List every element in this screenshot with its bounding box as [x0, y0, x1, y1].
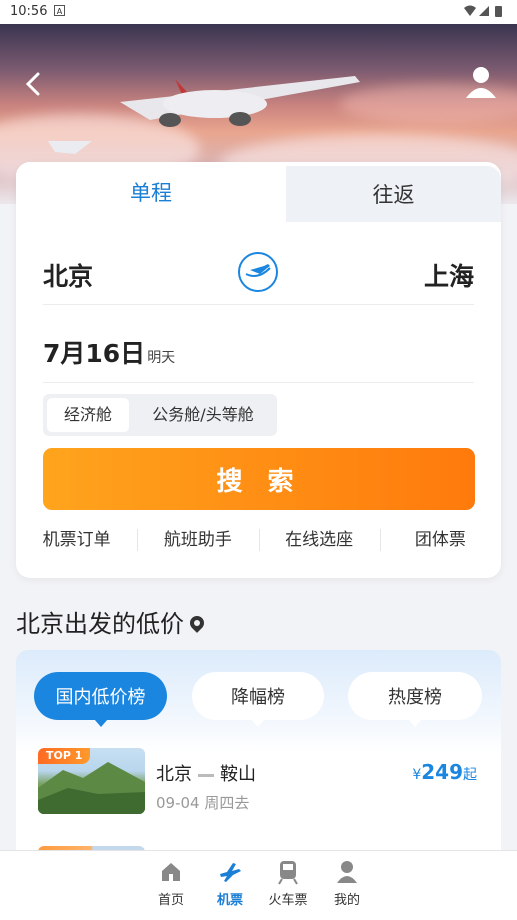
search-button[interactable]: 搜 索 — [43, 448, 475, 510]
route-from: 北京 — [156, 764, 192, 785]
tab-round-trip[interactable]: 往返 — [286, 166, 501, 222]
price-suffix: 起 — [463, 767, 477, 783]
route: 北京 鞍山 — [156, 760, 256, 786]
link-flight-orders[interactable]: 机票订单 — [16, 518, 137, 562]
tab-flights[interactable]: 机票 — [202, 859, 258, 908]
price-value: 249 — [421, 760, 463, 784]
tab-home-label: 首页 — [157, 893, 184, 908]
cabin-business-first[interactable]: 公务舱/头等舱 — [135, 398, 271, 432]
tab-home[interactable]: 首页 — [143, 859, 199, 908]
plane-swap-icon — [245, 264, 271, 277]
tab-trains[interactable]: 火车票 — [260, 859, 316, 908]
tab-flights-label: 机票 — [216, 893, 243, 908]
price-currency: ¥ — [412, 767, 422, 783]
plane-icon — [220, 863, 241, 882]
quick-links: 机票订单 航班助手 在线选座 团体票 — [16, 518, 501, 562]
low-price-list: 国内低价榜 降幅榜 热度榜 TOP 1 北京 鞍山 09-04 周四去 ¥249起 — [16, 650, 501, 886]
link-flight-assistant[interactable]: 航班助手 — [137, 518, 258, 562]
train-icon — [278, 861, 298, 885]
user-icon — [466, 67, 496, 98]
route-to: 鞍山 — [220, 764, 256, 785]
tab-profile-label: 我的 — [333, 893, 360, 908]
notification-icon: A — [54, 5, 65, 16]
tab-popularity[interactable]: 热度榜 — [348, 672, 482, 727]
date-text: 7月16日 — [43, 339, 146, 368]
location-pin-icon — [187, 613, 207, 633]
back-button[interactable] — [18, 66, 48, 102]
swap-cities-button[interactable] — [238, 252, 278, 292]
home-icon — [162, 863, 180, 881]
bottom-tab-bar: 首页 机票 火车票 我的 — [0, 850, 517, 920]
cabin-economy[interactable]: 经济舱 — [47, 398, 129, 432]
status-bar: 10:56 A — [0, 0, 517, 24]
link-group-ticket[interactable]: 团体票 — [379, 518, 501, 562]
tab-profile[interactable]: 我的 — [319, 859, 375, 908]
departure-date[interactable]: 7月16日 明天 — [43, 334, 175, 370]
divider — [43, 304, 474, 305]
link-online-seat[interactable]: 在线选座 — [258, 518, 380, 562]
profile-icon — [337, 861, 357, 883]
arrival-city[interactable]: 上海 — [424, 257, 474, 293]
price: ¥249起 — [412, 760, 477, 784]
departure-city[interactable]: 北京 — [43, 257, 93, 293]
low-price-title-text: 北京出发的低价 — [16, 610, 184, 638]
flight-search-card: 往返 单程 北京 上海 7月16日 明天 经济舱 公务舱/头等舱 搜 索 机票订单… — [16, 162, 501, 578]
destination-thumbnail: TOP 1 — [38, 748, 145, 814]
rank-badge: TOP 1 — [38, 748, 91, 764]
status-time: 10:56 — [10, 4, 48, 19]
list-item[interactable]: TOP 1 北京 鞍山 09-04 周四去 ¥249起 — [16, 748, 501, 818]
low-price-title: 北京出发的低价 — [16, 604, 207, 639]
user-button[interactable] — [463, 64, 499, 100]
tab-domestic-low-price[interactable]: 国内低价榜 — [34, 672, 167, 727]
system-status-icons — [463, 4, 509, 21]
route-date: 09-04 周四去 — [156, 794, 250, 812]
divider — [43, 382, 474, 383]
chevron-left-icon — [25, 72, 40, 96]
route-arrow-icon — [198, 773, 214, 777]
tab-one-way[interactable]: 单程 — [16, 162, 286, 222]
tab-trains-label: 火车票 — [268, 893, 308, 908]
tab-price-drop[interactable]: 降幅榜 — [192, 672, 324, 727]
date-relative: 明天 — [147, 350, 176, 366]
wifi-signal-battery-icon — [464, 5, 502, 17]
cabin-class-selector: 经济舱 公务舱/头等舱 — [43, 394, 277, 436]
